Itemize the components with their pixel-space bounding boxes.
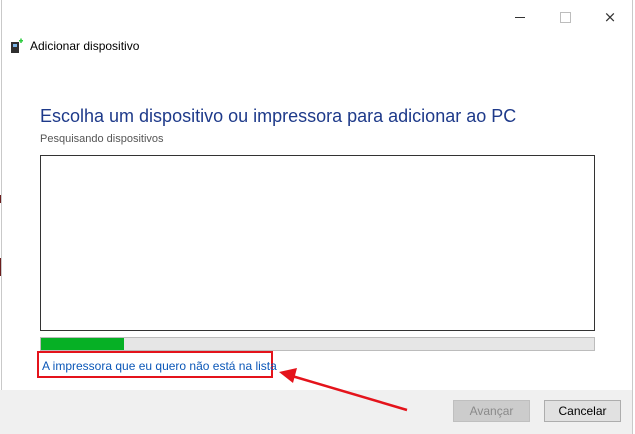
dialog-footer <box>0 390 632 434</box>
page-heading: Escolha um dispositivo ou impressora par… <box>40 106 517 126</box>
maximize-button[interactable] <box>550 6 580 28</box>
minimize-icon <box>515 16 525 18</box>
device-list[interactable] <box>40 155 595 331</box>
close-button[interactable]: × <box>595 6 625 28</box>
printer-add-icon <box>11 38 23 53</box>
next-button[interactable]: Avançar <box>453 400 530 422</box>
search-progress-bar <box>40 337 595 351</box>
search-status: Pesquisando dispositivos <box>40 133 164 145</box>
printer-not-listed-link[interactable]: A impressora que eu quero não está na li… <box>42 359 277 373</box>
minimize-button[interactable] <box>505 6 535 28</box>
cancel-button[interactable]: Cancelar <box>544 400 621 422</box>
maximize-icon <box>559 11 571 23</box>
progress-fill <box>41 338 124 350</box>
window-title: Adicionar dispositivo <box>30 39 140 53</box>
